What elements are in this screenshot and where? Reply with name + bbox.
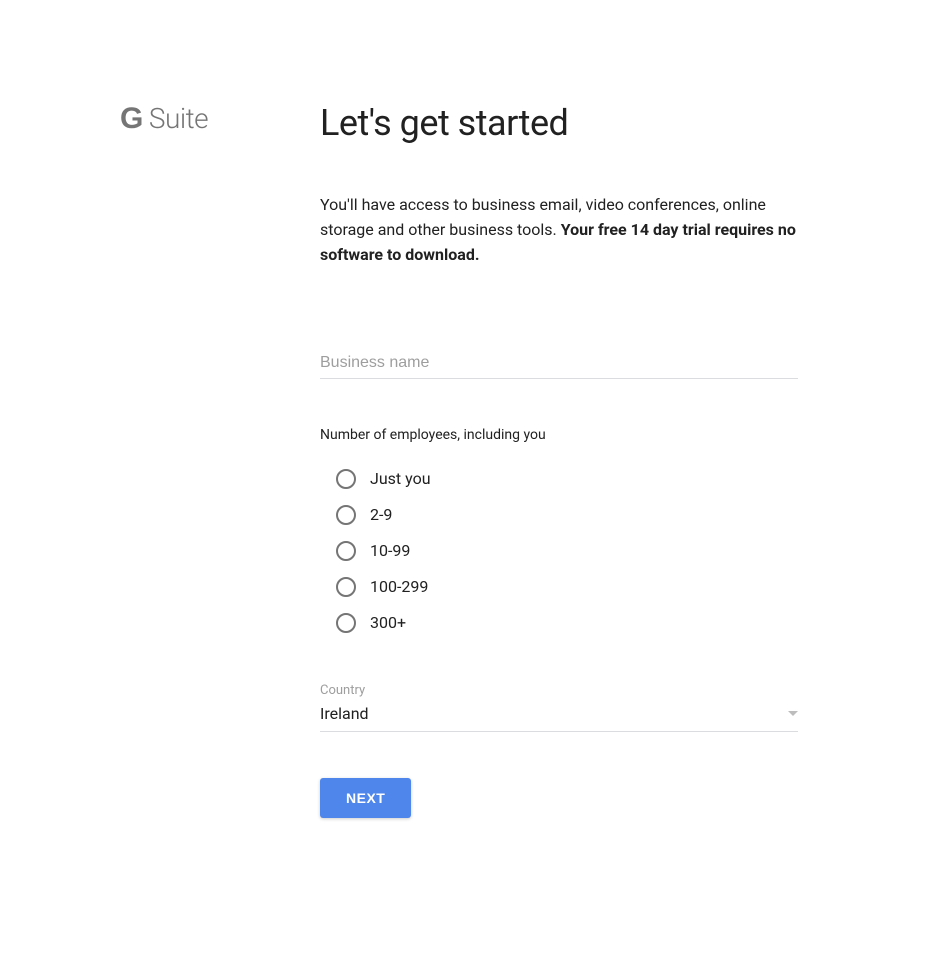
country-field: Country Ireland (320, 683, 798, 732)
radio-icon (336, 613, 356, 633)
chevron-down-icon (788, 711, 798, 716)
radio-icon (336, 505, 356, 525)
radio-icon (336, 577, 356, 597)
country-label: Country (320, 683, 798, 698)
business-name-input[interactable] (320, 348, 798, 379)
country-value: Ireland (320, 704, 369, 723)
radio-2-9[interactable]: 2-9 (336, 505, 798, 525)
gsuite-logo: G Suite (120, 102, 320, 136)
page-title: Let's get started (320, 102, 798, 145)
employees-group: Number of employees, including you Just … (320, 427, 798, 633)
radio-label: Just you (370, 469, 431, 488)
radio-icon (336, 469, 356, 489)
logo-g: G (120, 102, 143, 136)
radio-label: 100-299 (370, 577, 428, 596)
radio-label: 300+ (370, 613, 406, 632)
country-select[interactable]: Ireland (320, 704, 798, 732)
radio-10-99[interactable]: 10-99 (336, 541, 798, 561)
radio-label: 2-9 (370, 505, 392, 524)
business-name-field[interactable] (320, 348, 798, 379)
radio-just-you[interactable]: Just you (336, 469, 798, 489)
radio-label: 10-99 (370, 541, 410, 560)
radio-100-299[interactable]: 100-299 (336, 577, 798, 597)
radio-icon (336, 541, 356, 561)
radio-300-plus[interactable]: 300+ (336, 613, 798, 633)
employees-label: Number of employees, including you (320, 427, 798, 443)
logo-suite: Suite (149, 102, 208, 135)
next-button[interactable]: NEXT (320, 778, 411, 818)
intro-text: You'll have access to business email, vi… (320, 193, 798, 267)
